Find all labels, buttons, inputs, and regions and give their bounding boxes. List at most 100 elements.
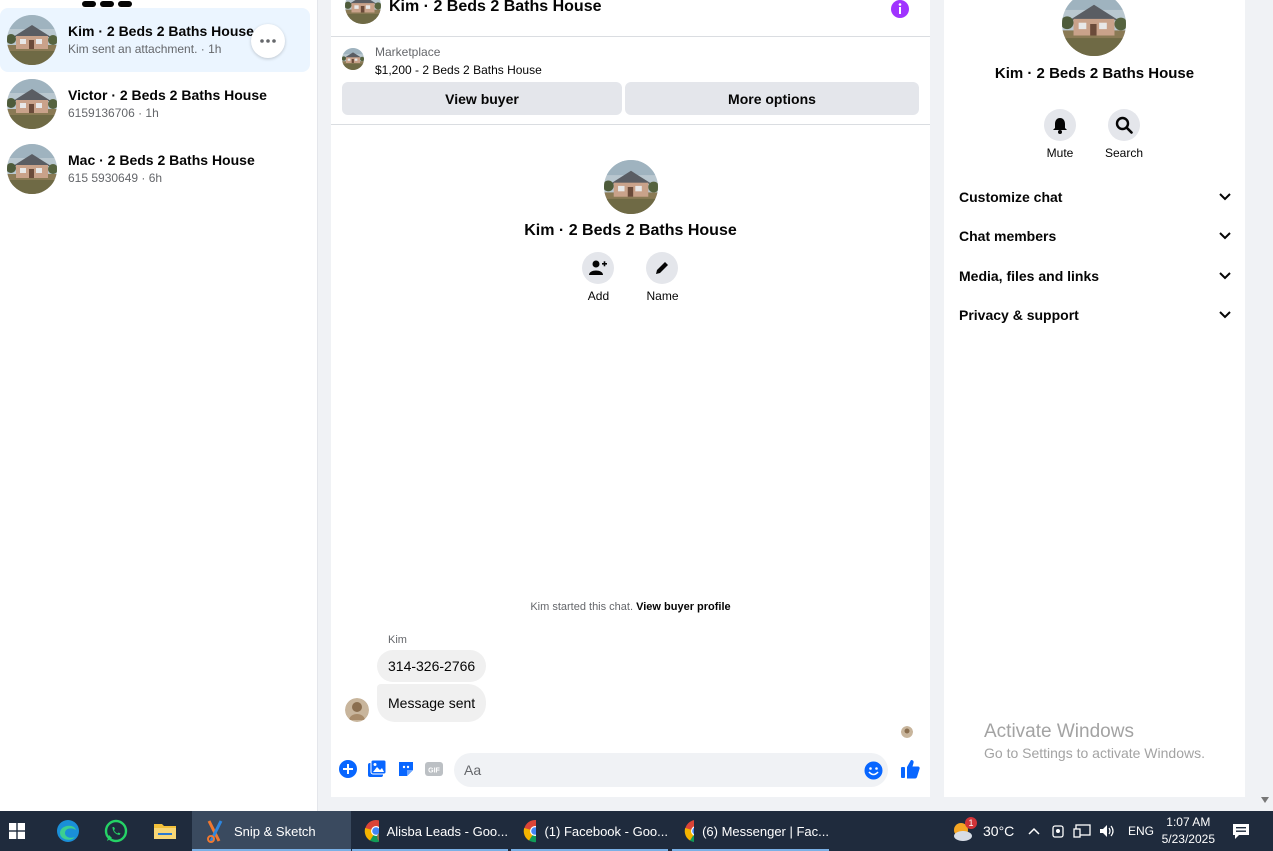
chevron-up-icon[interactable] bbox=[1027, 826, 1041, 836]
start-button[interactable] bbox=[0, 811, 34, 851]
weather-badge: 1 bbox=[965, 817, 977, 829]
meet-now-icon[interactable] bbox=[1051, 823, 1065, 839]
network-icon[interactable] bbox=[1073, 823, 1091, 839]
chrome-icon bbox=[684, 820, 695, 842]
view-buyer-profile-link[interactable]: View buyer profile bbox=[636, 601, 731, 613]
message-input[interactable] bbox=[464, 753, 844, 787]
details-title: Kim · 2 Beds 2 Baths House bbox=[994, 65, 1195, 82]
conversation-title[interactable]: Kim · 2 Beds 2 Baths House bbox=[389, 0, 602, 16]
info-icon[interactable] bbox=[890, 0, 910, 19]
clock-date: 5/23/2025 bbox=[1161, 832, 1215, 846]
taskbar-app-facebook[interactable]: (1) Facebook - Goo... bbox=[511, 811, 668, 851]
privacy-support-section[interactable]: Privacy & support bbox=[959, 303, 1231, 327]
customize-chat-section[interactable]: Customize chat bbox=[959, 185, 1231, 209]
whatsapp-taskbar-button[interactable] bbox=[98, 811, 134, 851]
photo-icon[interactable] bbox=[368, 760, 386, 778]
input-language[interactable]: ENG bbox=[1128, 824, 1154, 838]
system-tray: ENG bbox=[1027, 811, 1154, 851]
taskbar-app-label: Snip & Sketch bbox=[234, 823, 316, 839]
more-horizontal-icon bbox=[260, 39, 276, 43]
folder-icon bbox=[154, 824, 176, 839]
svg-text:GIF: GIF bbox=[428, 768, 440, 775]
sender-avatar[interactable] bbox=[345, 698, 369, 722]
plus-circle-icon[interactable] bbox=[339, 760, 357, 778]
chevron-down-icon bbox=[1219, 311, 1231, 319]
name-label: Name bbox=[646, 289, 679, 303]
message-bubble[interactable]: Message sent bbox=[377, 684, 487, 722]
profile-name: Kim · 2 Beds 2 Baths House bbox=[524, 222, 737, 239]
weather-widget[interactable]: 1 30°C bbox=[950, 811, 1014, 851]
bell-icon bbox=[1053, 117, 1067, 134]
notification-icon bbox=[1233, 823, 1249, 839]
listing-thumbnail bbox=[342, 48, 364, 70]
marketplace-banner: Marketplace $1,200 - 2 Beds 2 Baths Hous… bbox=[331, 37, 930, 125]
listing-title[interactable]: $1,200 - 2 Beds 2 Baths House bbox=[375, 63, 542, 77]
add-person-icon bbox=[589, 260, 608, 275]
chat-item-kim[interactable]: Kim · 2 Beds 2 Baths House Kim sent an a… bbox=[0, 8, 310, 72]
file-explorer-taskbar-button[interactable] bbox=[147, 811, 183, 851]
conversation-header: Kim · 2 Beds 2 Baths House bbox=[331, 0, 930, 37]
taskbar-app-label: Alisba Leads - Goo... bbox=[386, 823, 508, 839]
gif-icon[interactable]: GIF bbox=[425, 760, 443, 778]
section-label: Media, files and links bbox=[959, 268, 1100, 284]
chat-item-title: Victor · 2 Beds 2 Baths House bbox=[68, 87, 267, 103]
windows-taskbar: Snip & Sketch Alisba Leads - Goo... (1) … bbox=[0, 811, 1273, 851]
like-icon[interactable] bbox=[900, 759, 920, 779]
chat-avatar bbox=[7, 79, 57, 129]
scrollbar-down-arrow[interactable] bbox=[1261, 797, 1269, 803]
clock-time: 1:07 AM bbox=[1166, 815, 1211, 829]
panel-header-fragment bbox=[82, 0, 142, 7]
chat-started-text: Kim started this chat. bbox=[530, 601, 634, 613]
rename-button[interactable]: Name bbox=[646, 252, 679, 303]
conversation-avatar[interactable] bbox=[345, 0, 381, 24]
taskbar-app-messenger[interactable]: (6) Messenger | Fac... bbox=[672, 811, 829, 851]
search-label: Search bbox=[1104, 146, 1144, 160]
temperature: 30°C bbox=[983, 823, 1015, 839]
chat-item-mac[interactable]: Mac · 2 Beds 2 Baths House 615 5930649 ·… bbox=[0, 137, 310, 201]
chat-item-subtitle: 615 5930649 · 6h bbox=[68, 171, 163, 185]
weather-icon: 1 bbox=[950, 817, 977, 843]
chat-item-subtitle: 6159136706 · 1h bbox=[68, 106, 159, 120]
chat-avatar bbox=[7, 144, 57, 194]
media-files-links-section[interactable]: Media, files and links bbox=[959, 264, 1231, 288]
edge-icon bbox=[57, 820, 79, 842]
chat-members-section[interactable]: Chat members bbox=[959, 224, 1231, 248]
section-label: Chat members bbox=[959, 228, 1057, 244]
chrome-icon bbox=[364, 820, 379, 843]
edge-taskbar-button[interactable] bbox=[50, 811, 86, 851]
pencil-icon bbox=[656, 262, 669, 274]
message-composer: GIF bbox=[331, 752, 930, 788]
search-in-conversation-button[interactable]: Search bbox=[1094, 109, 1154, 160]
taskbar-app-label: (1) Facebook - Goo... bbox=[544, 823, 668, 839]
search-icon bbox=[1115, 116, 1133, 134]
watermark-line-2: Go to Settings to activate Windows. bbox=[984, 745, 1205, 761]
emoji-icon[interactable] bbox=[864, 761, 883, 780]
details-avatar bbox=[1062, 0, 1126, 56]
message-sender-name: Kim bbox=[388, 634, 407, 646]
mute-button[interactable]: Mute bbox=[1030, 109, 1090, 160]
windows-logo-icon bbox=[9, 823, 25, 839]
view-buyer-button[interactable]: View buyer bbox=[342, 82, 622, 115]
activate-windows-watermark: Activate Windows Go to Settings to activ… bbox=[984, 721, 1205, 761]
taskbar-app-alisba-leads[interactable]: Alisba Leads - Goo... bbox=[352, 811, 508, 851]
system-clock[interactable]: 1:07 AM 5/23/2025 bbox=[1162, 814, 1215, 848]
chat-list-panel: Kim · 2 Beds 2 Baths House Kim sent an a… bbox=[0, 0, 318, 811]
volume-icon[interactable] bbox=[1098, 823, 1116, 839]
taskbar-app-label: (6) Messenger | Fac... bbox=[702, 823, 829, 839]
chat-more-options-button[interactable] bbox=[251, 24, 285, 58]
more-options-button[interactable]: More options bbox=[625, 82, 919, 115]
action-center-button[interactable] bbox=[1224, 811, 1258, 851]
chevron-down-icon bbox=[1219, 272, 1231, 280]
message-input-container[interactable] bbox=[454, 753, 888, 787]
chrome-icon bbox=[523, 820, 537, 843]
whatsapp-icon bbox=[104, 819, 128, 843]
taskbar-app-snip-sketch[interactable]: Snip & Sketch bbox=[192, 811, 351, 851]
chevron-down-icon bbox=[1219, 232, 1231, 240]
add-label: Add bbox=[587, 289, 610, 303]
sticker-icon[interactable] bbox=[397, 760, 415, 778]
chat-item-title: Mac · 2 Beds 2 Baths House bbox=[68, 152, 255, 168]
message-bubble[interactable]: 314-326-2766 bbox=[377, 650, 487, 682]
chat-item-victor[interactable]: Victor · 2 Beds 2 Baths House 6159136706… bbox=[0, 72, 310, 136]
chat-item-title: Kim · 2 Beds 2 Baths House bbox=[68, 23, 254, 39]
add-people-button[interactable]: Add bbox=[582, 252, 615, 303]
